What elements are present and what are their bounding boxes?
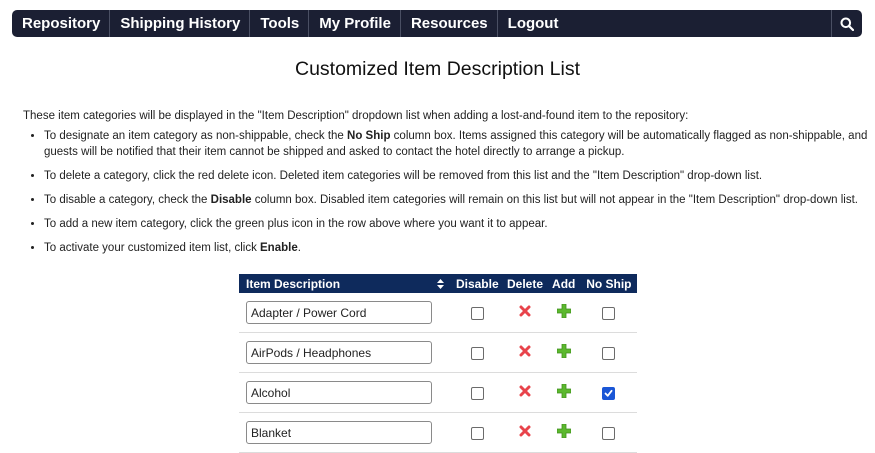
delete-button[interactable] <box>519 305 531 320</box>
add-button[interactable] <box>556 303 572 321</box>
instruction-item: To delete a category, click the red dele… <box>44 168 874 184</box>
header-disable: Disable <box>451 274 504 293</box>
no-ship-checkbox[interactable] <box>602 346 616 360</box>
delete-icon <box>519 305 531 317</box>
delete-button[interactable] <box>519 345 531 360</box>
instruction-item: To disable a category, check the Disable… <box>44 192 874 208</box>
nav-tools[interactable]: Tools <box>250 10 310 37</box>
nav-resources[interactable]: Resources <box>401 10 498 37</box>
disable-checkbox[interactable] <box>470 426 484 440</box>
item-description-input[interactable] <box>246 381 432 404</box>
nav-shipping-history[interactable]: Shipping History <box>110 10 251 37</box>
header-no-ship: No Ship <box>580 274 637 293</box>
no-ship-checkbox[interactable] <box>602 426 616 440</box>
header-delete: Delete <box>503 274 547 293</box>
table-row <box>239 332 637 373</box>
item-description-input[interactable] <box>246 421 432 444</box>
nav-my-profile[interactable]: My Profile <box>309 10 401 37</box>
delete-button[interactable] <box>519 425 531 440</box>
nav-repository[interactable]: Repository <box>12 10 111 37</box>
search-button[interactable] <box>831 10 862 37</box>
table-row <box>239 293 637 333</box>
table-row <box>239 412 637 453</box>
delete-button[interactable] <box>519 385 531 400</box>
disable-checkbox[interactable] <box>470 386 484 400</box>
plus-icon <box>556 423 572 439</box>
table-row <box>239 372 637 413</box>
header-item-description[interactable]: Item Description <box>239 274 452 293</box>
add-button[interactable] <box>556 343 572 361</box>
no-ship-checkbox[interactable] <box>602 306 616 320</box>
delete-icon <box>519 385 531 397</box>
sort-icon <box>437 279 445 289</box>
add-button[interactable] <box>556 423 572 441</box>
item-description-table: Item Description Disable Delete Add No S… <box>239 274 637 453</box>
search-icon <box>840 17 854 31</box>
no-ship-checkbox[interactable] <box>602 386 616 400</box>
instruction-item: To add a new item category, click the gr… <box>44 216 874 232</box>
item-description-input[interactable] <box>246 301 432 324</box>
item-description-input[interactable] <box>246 341 432 364</box>
nav-logout[interactable]: Logout <box>498 10 568 37</box>
add-button[interactable] <box>556 383 572 401</box>
instructions-list: To designate an item category as non-shi… <box>23 128 874 264</box>
plus-icon <box>556 343 572 359</box>
page-title: Customized Item Description List <box>294 58 581 80</box>
checkmark-icon <box>604 389 613 397</box>
plus-icon <box>556 383 572 399</box>
top-navbar: Repository Shipping History Tools My Pro… <box>12 10 862 37</box>
disable-checkbox[interactable] <box>470 306 484 320</box>
plus-icon <box>556 303 572 319</box>
instruction-item: To activate your customized item list, c… <box>44 240 874 256</box>
intro-text: These item categories will be displayed … <box>23 110 689 122</box>
disable-checkbox[interactable] <box>470 346 484 360</box>
delete-icon <box>519 345 531 357</box>
header-add: Add <box>546 274 581 293</box>
instruction-item: To designate an item category as non-shi… <box>44 128 874 160</box>
delete-icon <box>519 425 531 437</box>
